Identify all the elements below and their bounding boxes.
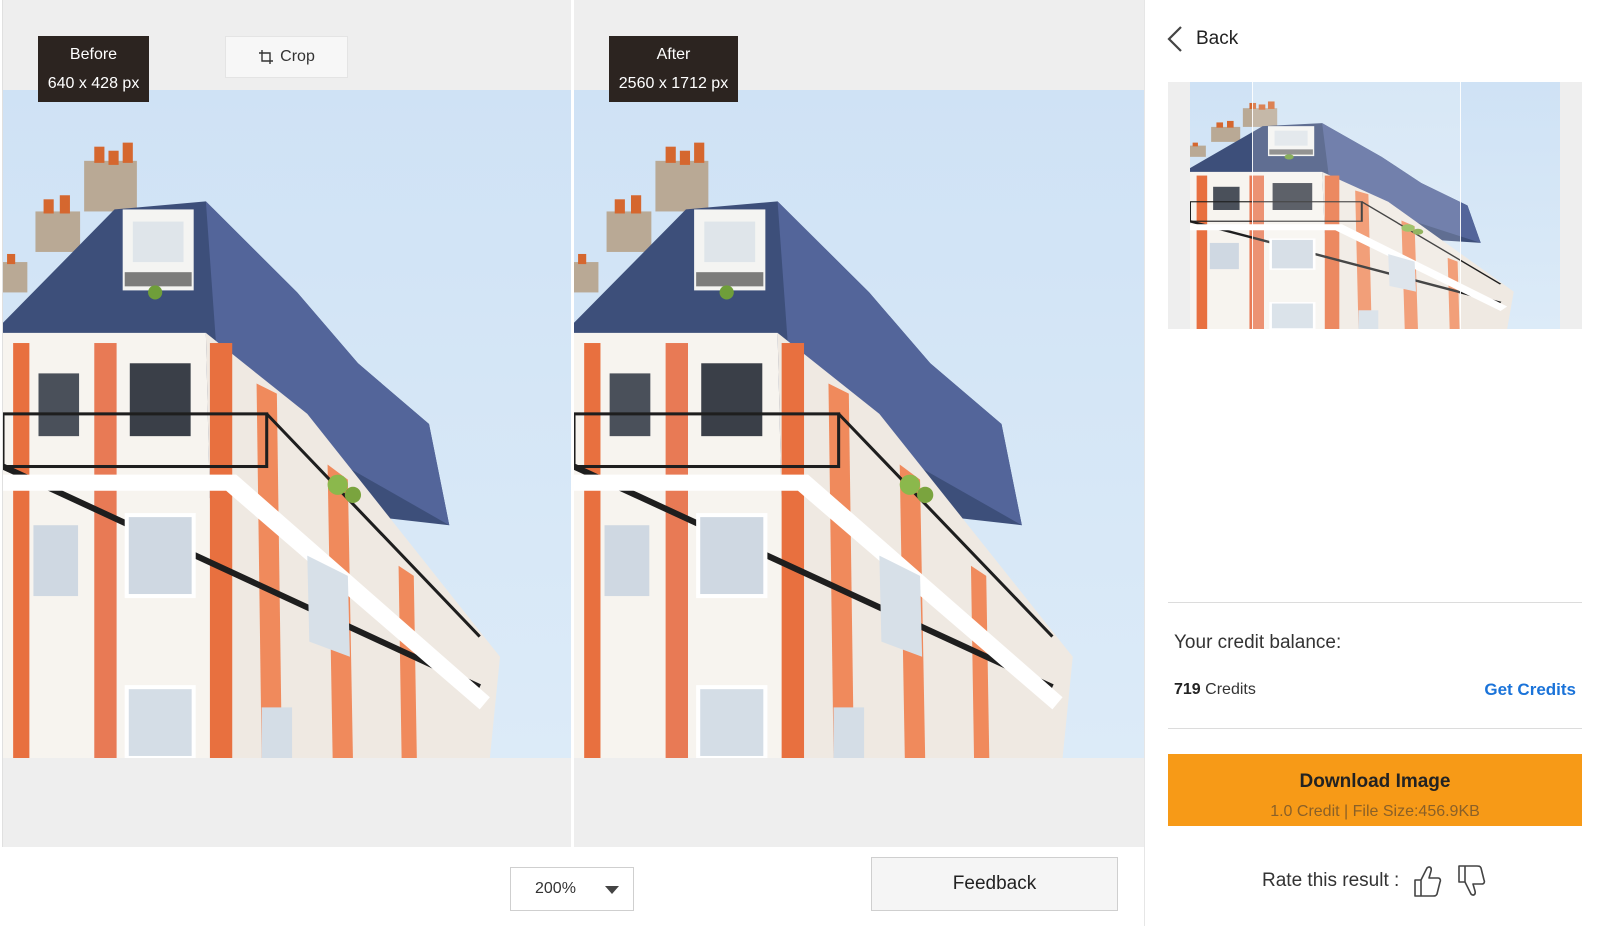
after-label: After xyxy=(656,46,691,63)
credit-balance-label: Your credit balance: xyxy=(1174,632,1342,653)
thumbs-up-icon[interactable] xyxy=(1411,862,1443,900)
download-image-button[interactable]: Download Image 1.0 Credit | File Size:45… xyxy=(1168,754,1582,826)
after-dimensions: 2560 x 1712 px xyxy=(618,75,729,92)
download-label: Download Image xyxy=(1299,771,1451,792)
divider xyxy=(1168,728,1582,729)
before-label: Before xyxy=(69,46,118,63)
chevron-left-icon xyxy=(1167,26,1182,52)
feedback-button[interactable]: Feedback xyxy=(871,857,1118,911)
get-credits-link[interactable]: Get Credits xyxy=(1484,680,1576,700)
after-size-badge: After 2560 x 1712 px xyxy=(609,36,738,102)
credit-count: 719 xyxy=(1174,681,1201,698)
crop-button[interactable]: Crop xyxy=(225,36,348,78)
sidebar: Back Your credit balance: 719 Credits Ge… xyxy=(1146,0,1600,926)
before-dimensions: 640 x 428 px xyxy=(47,75,140,92)
before-pane[interactable]: Before 640 x 428 px Crop xyxy=(2,0,571,847)
after-image xyxy=(574,90,1144,758)
chevron-down-icon xyxy=(605,886,619,894)
crop-icon xyxy=(259,50,274,64)
after-pane[interactable]: After 2560 x 1712 px xyxy=(574,0,1144,847)
crop-label: Crop xyxy=(280,48,315,65)
back-button[interactable]: Back xyxy=(1166,24,1238,54)
thumbs-down-icon[interactable] xyxy=(1455,862,1487,900)
before-image xyxy=(3,90,571,758)
back-label: Back xyxy=(1196,28,1239,49)
before-size-badge: Before 640 x 428 px xyxy=(38,36,149,102)
credit-row: 719 Credits Get Credits xyxy=(1174,680,1576,700)
divider xyxy=(1168,602,1582,603)
comparison-stage: Before 640 x 428 px Crop After 2560 x 17… xyxy=(0,0,1145,926)
zoom-value: 200% xyxy=(535,880,576,897)
rate-result: Rate this result : xyxy=(1262,862,1487,900)
rate-label: Rate this result : xyxy=(1262,870,1400,891)
preview-thumbnail[interactable] xyxy=(1168,82,1582,329)
zoom-select[interactable]: 200% xyxy=(510,867,634,911)
credit-unit: Credits xyxy=(1205,681,1256,698)
viewport-indicator[interactable] xyxy=(1252,82,1461,329)
download-details: 1.0 Credit | File Size:456.9KB xyxy=(1270,803,1480,820)
